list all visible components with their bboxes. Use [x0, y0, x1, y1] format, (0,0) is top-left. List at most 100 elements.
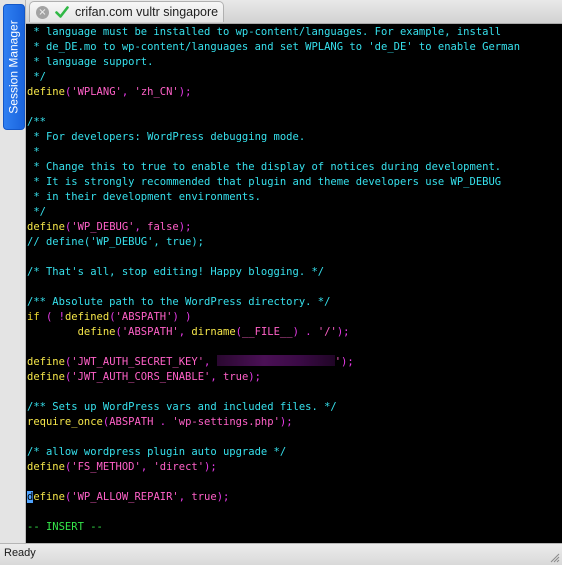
code-token: /* allow wordpress plugin auto upgrade *…	[27, 446, 287, 458]
code-token: */	[27, 71, 46, 83]
code-token: ,	[210, 371, 223, 383]
code-token: 'JWT_AUTH_SECRET_KEY'	[71, 356, 205, 368]
code-token: /** Absolute path to the WordPress direc…	[27, 296, 331, 308]
code-token: ,	[178, 326, 192, 338]
checkmark-icon	[55, 6, 69, 18]
code-token: if	[27, 311, 40, 323]
code-token: * language support.	[27, 56, 154, 68]
code-token: * de_DE.mo to wp-content/languages and s…	[27, 41, 521, 53]
code-token: 'FS_METHOD'	[71, 461, 141, 473]
code-line: *	[27, 145, 520, 160]
code-token: define	[27, 221, 65, 233]
code-token: *	[27, 146, 40, 158]
code-line: * de_DE.mo to wp-content/languages and s…	[27, 40, 520, 55]
code-line: * language must be installed to wp-conte…	[27, 25, 520, 40]
code-line: define('FS_METHOD', 'direct');	[27, 460, 520, 475]
code-token: );	[341, 356, 354, 368]
code-token: 'WPLANG'	[71, 86, 122, 98]
code-token: 'WP_ALLOW_REPAIR'	[71, 491, 179, 503]
code-token: __FILE__	[242, 326, 293, 338]
code-line: /* allow wordpress plugin auto upgrade *…	[27, 445, 520, 460]
code-token: true	[223, 371, 249, 383]
code-token: .	[153, 416, 173, 428]
status-text: Ready	[4, 547, 36, 559]
code-token: );	[178, 86, 192, 98]
code-line: /** Sets up WordPress vars and included …	[27, 400, 520, 415]
code-token: 'WP_DEBUG'	[71, 221, 135, 233]
code-token: define	[27, 356, 65, 368]
code-token: * in their development environments.	[27, 191, 261, 203]
code-line: require_once(ABSPATH . 'wp-settings.php'…	[27, 415, 520, 430]
code-line: define('WP_ALLOW_REPAIR', true);	[27, 490, 520, 505]
code-token: 'JWT_AUTH_CORS_ENABLE'	[71, 371, 211, 383]
code-token: 'zh_CN'	[134, 86, 179, 98]
code-token: );	[248, 371, 261, 383]
code-token: ,	[121, 86, 135, 98]
code-line: * language support.	[27, 55, 520, 70]
terminal-editor[interactable]: * language must be installed to wp-conte…	[26, 24, 562, 543]
code-line: * It is strongly recommended that plugin…	[27, 175, 520, 190]
code-line: /* That's all, stop editing! Happy blogg…	[27, 265, 520, 280]
close-icon[interactable]: ×	[36, 5, 49, 19]
session-manager-tab[interactable]: Session Manager	[3, 4, 25, 130]
code-token: ) .	[292, 326, 318, 338]
code-line: if ( !defined('ABSPATH') )	[27, 310, 520, 325]
session-manager-label: Session Manager	[7, 20, 22, 114]
code-token: define	[27, 461, 65, 473]
code-token: true	[191, 491, 217, 503]
code-token: dirname	[191, 326, 236, 338]
code-token: * language must be installed to wp-conte…	[27, 26, 502, 38]
code-line: define('WPLANG', 'zh_CN');	[27, 85, 520, 100]
code-line: define('WP_DEBUG', false);	[27, 220, 520, 235]
code-token: ,	[134, 221, 148, 233]
code-token: 'ABSPATH'	[115, 311, 173, 323]
code-line: */	[27, 70, 520, 85]
code-token: ) )	[172, 311, 192, 323]
code-line: */	[27, 205, 520, 220]
code-line: * Change this to true to enable the disp…	[27, 160, 520, 175]
code-token: * For developers: WordPress debugging mo…	[27, 131, 306, 143]
session-manager-strip: Session Manager	[0, 0, 26, 543]
code-line: /**	[27, 115, 520, 130]
code-view: * language must be installed to wp-conte…	[27, 25, 520, 535]
code-token: * Change this to true to enable the disp…	[27, 161, 502, 173]
code-token: 'direct'	[153, 461, 205, 473]
code-token: ,	[140, 461, 154, 473]
code-token: 'wp-settings.php'	[172, 416, 280, 428]
code-token: * It is strongly recommended that plugin…	[27, 176, 502, 188]
code-line: define('JWT_AUTH_CORS_ENABLE', true);	[27, 370, 520, 385]
code-token: define	[77, 326, 116, 338]
code-token: /* That's all, stop editing! Happy blogg…	[27, 266, 325, 278]
code-token: ,	[178, 491, 192, 503]
code-line: * For developers: WordPress debugging mo…	[27, 130, 520, 145]
tab-bar: × crifan.com vultr singapore	[26, 0, 562, 24]
code-token: define	[27, 371, 65, 383]
code-token: );	[279, 416, 293, 428]
code-token: );	[204, 461, 217, 473]
code-token: defined	[64, 311, 110, 323]
code-line: * in their development environments.	[27, 190, 520, 205]
tab-session[interactable]: × crifan.com vultr singapore	[29, 1, 224, 22]
code-token: efine	[33, 491, 65, 503]
redacted-value	[216, 355, 335, 366]
code-token: );	[178, 221, 192, 233]
status-bar: Ready	[0, 543, 562, 565]
code-token: ,	[204, 356, 217, 368]
code-token: false	[147, 221, 179, 233]
code-token: */	[27, 206, 46, 218]
code-token: 'ABSPATH'	[121, 326, 179, 338]
code-line: /** Absolute path to the WordPress direc…	[27, 295, 520, 310]
tab-title: crifan.com vultr singapore	[75, 5, 219, 19]
code-line: // define('WP_DEBUG', true);	[27, 235, 520, 250]
code-line: define('JWT_AUTH_SECRET_KEY', ');	[27, 355, 520, 370]
code-token: ABSPATH	[109, 416, 154, 428]
code-token: '/'	[317, 326, 337, 338]
resize-grip-icon[interactable]	[548, 551, 560, 563]
